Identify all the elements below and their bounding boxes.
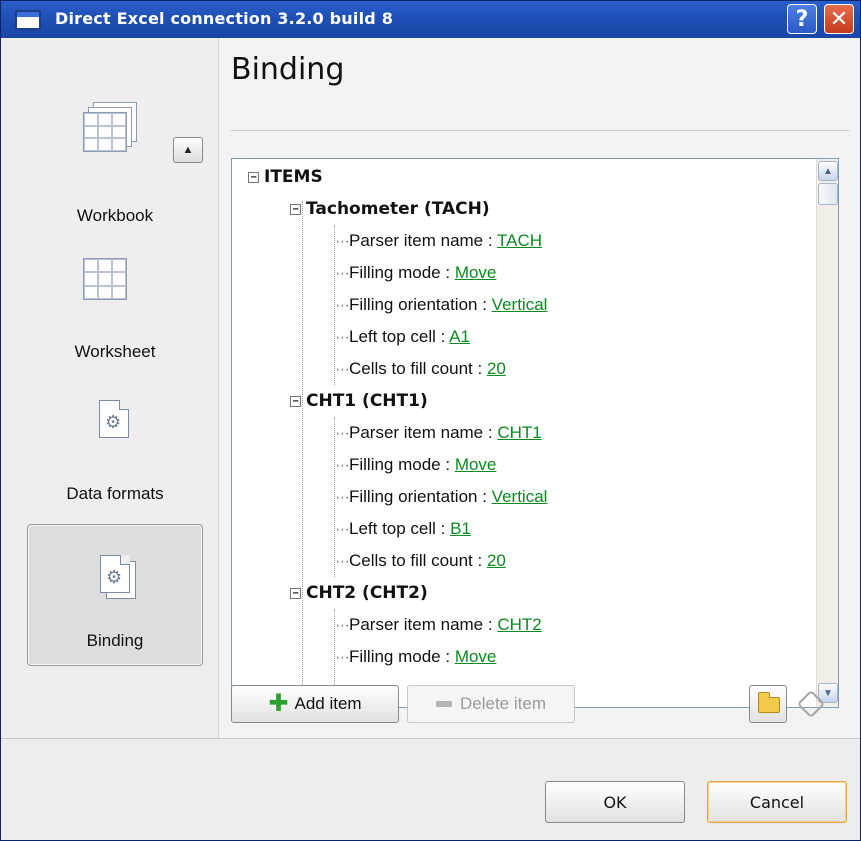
tree-item-filling-mode[interactable]: ···Filling mode : Move (335, 455, 496, 475)
tree-item-left-top-cell[interactable]: ···Left top cell : A1 (335, 327, 470, 347)
field-name: Filling orientation : (348, 487, 492, 506)
field-name: Parser item name : (348, 615, 498, 634)
collapse-icon[interactable]: − (290, 204, 301, 215)
field-value-link[interactable]: Move (455, 263, 497, 282)
tree-group-label: CHT1 (CHT1) (306, 391, 428, 411)
window-app-icon (15, 10, 41, 30)
nav-item-data-formats[interactable]: ⚙ Data formats (27, 378, 203, 518)
scroll-thumb[interactable] (818, 183, 838, 205)
collapse-icon[interactable]: − (248, 172, 259, 183)
tree-item-filling-orientation[interactable]: ···Filling orientation : Vertical (335, 295, 547, 315)
field-name: Left top cell : (348, 327, 450, 346)
field-value-link[interactable]: TACH (497, 231, 542, 250)
nav-item-workbook[interactable]: Workbook (27, 56, 203, 225)
main-panel: Binding − ITEMS − Tachometer (TACH) ···Par… (219, 38, 860, 738)
nav-label-data-formats: Data formats (66, 484, 164, 503)
tree-item-cells-count[interactable]: ···Cells to fill count : 20 (335, 551, 506, 571)
window-title: Direct Excel connection 3.2.0 build 8 (55, 9, 394, 28)
delete-item-label: Delete item (460, 694, 546, 713)
tree-group-label: Tachometer (TACH) (306, 199, 490, 219)
collapse-icon[interactable]: − (290, 396, 301, 407)
field-value-link[interactable]: 20 (487, 551, 506, 570)
collapse-icon[interactable]: − (290, 588, 301, 599)
page-title: Binding (231, 52, 345, 87)
field-value-link[interactable]: A1 (449, 327, 470, 346)
open-folder-button[interactable] (749, 685, 787, 723)
title-divider (231, 130, 849, 131)
nav-panel: Workbook ▲ Worksheet ⚙ Data formats ⚙ Bi… (1, 38, 219, 738)
tree-scrollbar[interactable]: ▲ ▼ (816, 159, 838, 707)
scroll-up-arrow-icon[interactable]: ▲ (818, 161, 838, 181)
delete-item-button[interactable]: Delete item (407, 685, 575, 723)
plug-icon (796, 689, 826, 719)
field-name: Cells to fill count : (348, 551, 487, 570)
tree-guide-line (302, 201, 303, 707)
field-name: Filling mode : (348, 263, 455, 282)
plus-icon: ✚ (268, 690, 289, 717)
add-item-label: Add item (294, 694, 362, 713)
nav-scroll-up-button[interactable]: ▲ (173, 137, 203, 163)
tree-item-parser-name[interactable]: ···Parser item name : TACH (335, 231, 542, 251)
tree-group-label: CHT2 (CHT2) (306, 583, 428, 603)
ok-button[interactable]: OK (545, 781, 685, 823)
field-value-link[interactable]: 20 (487, 359, 506, 378)
binding-gear-icon: ⚙ (100, 555, 130, 593)
worksheet-grid-icon (83, 258, 127, 300)
field-value-link[interactable]: Move (455, 647, 497, 666)
close-button[interactable]: ✕ (824, 4, 854, 34)
tree-group-cht2[interactable]: − CHT2 (CHT2) (290, 583, 428, 603)
data-formats-gear-icon: ⚙ (99, 400, 129, 438)
tree-item-parser-name[interactable]: ···Parser item name : CHT1 (335, 423, 542, 443)
help-button[interactable]: ? (787, 4, 817, 34)
title-bar[interactable]: Direct Excel connection 3.2.0 build 8 ? … (1, 1, 860, 38)
tree-item-parser-name[interactable]: ···Parser item name : CHT2 (335, 615, 542, 635)
tree-group-cht1[interactable]: − CHT1 (CHT1) (290, 391, 428, 411)
field-name: Parser item name : (348, 423, 498, 442)
add-item-button[interactable]: ✚ Add item (231, 685, 399, 723)
minus-icon (436, 701, 452, 707)
field-name: Left top cell : (348, 519, 451, 538)
binding-tree[interactable]: − ITEMS − Tachometer (TACH) ···Parser item… (231, 158, 839, 708)
nav-label-binding: Binding (86, 631, 144, 650)
nav-label-workbook: Workbook (76, 206, 154, 225)
cancel-button[interactable]: Cancel (707, 781, 847, 823)
field-value-link[interactable]: Vertical (492, 487, 548, 506)
connect-button[interactable] (792, 685, 830, 723)
field-name: Cells to fill count : (348, 359, 487, 378)
field-value-link[interactable]: Vertical (492, 295, 548, 314)
workbook-grid-icon (83, 112, 127, 152)
field-name: Filling mode : (348, 455, 455, 474)
open-folder-icon (758, 692, 780, 713)
tree-item-filling-mode[interactable]: ···Filling mode : Move (335, 647, 496, 667)
tree-item-filling-mode[interactable]: ···Filling mode : Move (335, 263, 496, 283)
dialog-window: Direct Excel connection 3.2.0 build 8 ? … (0, 0, 861, 841)
nav-item-worksheet[interactable]: Worksheet (27, 238, 203, 378)
field-value-link[interactable]: CHT1 (497, 423, 541, 442)
field-value-link[interactable]: CHT2 (497, 615, 541, 634)
tree-root-items[interactable]: − ITEMS (248, 167, 323, 187)
nav-item-binding[interactable]: ⚙ Binding (27, 524, 203, 666)
field-name: Filling orientation : (348, 295, 492, 314)
tree-root-label: ITEMS (264, 167, 323, 187)
field-name: Parser item name : (348, 231, 498, 250)
field-name: Filling mode : (348, 647, 455, 666)
nav-label-worksheet: Worksheet (74, 342, 156, 361)
tree-item-cells-count[interactable]: ···Cells to fill count : 20 (335, 359, 506, 379)
field-value-link[interactable]: Move (455, 455, 497, 474)
tree-item-filling-orientation[interactable]: ···Filling orientation : Vertical (335, 487, 547, 507)
tree-group-tachometer[interactable]: − Tachometer (TACH) (290, 199, 490, 219)
field-value-link[interactable]: B1 (450, 519, 471, 538)
tree-item-left-top-cell[interactable]: ···Left top cell : B1 (335, 519, 471, 539)
